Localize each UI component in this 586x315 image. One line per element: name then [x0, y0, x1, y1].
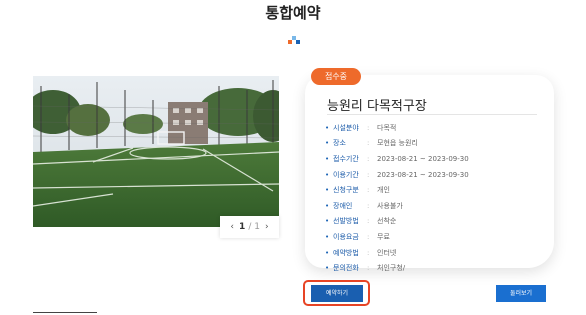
- chevron-left-icon[interactable]: ‹: [230, 222, 234, 232]
- page-title: 통합예약: [265, 4, 321, 22]
- facility-name: 능원리 다목적구장: [327, 99, 427, 114]
- pager-current: 1: [238, 222, 246, 232]
- separator: :: [367, 248, 370, 257]
- separator: :: [367, 154, 370, 163]
- info-value: 인터넷: [377, 248, 397, 257]
- bullet-icon: •: [325, 217, 330, 226]
- info-label: 장소: [333, 139, 346, 148]
- separator: :: [367, 123, 370, 132]
- bullet-icon: •: [325, 248, 330, 257]
- facility-photo: [33, 76, 279, 227]
- divider: [327, 114, 537, 115]
- info-label: 장애인: [333, 201, 353, 210]
- info-label: 선발방법: [333, 217, 359, 226]
- info-value: 무료: [377, 232, 390, 241]
- bullet-icon: •: [325, 170, 330, 179]
- info-value: 모현읍 능원리: [377, 139, 418, 148]
- info-label: 이용요금: [333, 232, 359, 241]
- info-value: 사용불가: [377, 201, 403, 210]
- find-button[interactable]: 둘러보기: [496, 285, 546, 302]
- reserve-button[interactable]: 예약하기: [311, 285, 363, 302]
- separator: :: [367, 232, 370, 241]
- info-value: 다목적: [377, 123, 397, 132]
- separator: :: [367, 170, 370, 179]
- bullet-icon: •: [325, 123, 330, 132]
- gallery-pager: ‹ 1 / 1 ›: [220, 216, 279, 238]
- info-row: • 장소: 모현읍 능원리: [325, 136, 469, 152]
- separator: :: [367, 217, 370, 226]
- info-label: 이용기간: [333, 170, 359, 179]
- info-label: 접수기간: [333, 154, 359, 163]
- pager-total: / 1: [248, 222, 261, 232]
- info-row: • 예약방법: 인터넷: [325, 245, 469, 261]
- chevron-right-icon[interactable]: ›: [265, 222, 269, 232]
- info-label: 예약방법: [333, 248, 359, 257]
- bullet-icon: •: [325, 154, 330, 163]
- info-row: • 시설분야: 다목적: [325, 120, 469, 136]
- logo-icon: [288, 36, 300, 48]
- info-value: 2023-08-21 ~ 2023-09-30: [377, 170, 469, 179]
- info-row: • 접수기간:2023-08-21 ~ 2023-09-30: [325, 151, 469, 167]
- info-label: 신청구분: [333, 186, 359, 195]
- separator: :: [367, 201, 370, 210]
- separator: :: [367, 264, 370, 273]
- pager-count: 1 / 1: [239, 222, 260, 232]
- info-row: • 선발방법: 선착순: [325, 214, 469, 230]
- divider: [33, 312, 97, 313]
- info-value: 처인구청/: [377, 264, 406, 273]
- bullet-icon: •: [325, 186, 330, 195]
- separator: :: [367, 139, 370, 148]
- info-label: 문의전화: [333, 264, 359, 273]
- facility-info-list: • 시설분야: 다목적 • 장소: 모현읍 능원리 • 접수기간:2023-08-21 ~…: [325, 120, 469, 276]
- info-row: • 이용요금: 무료: [325, 229, 469, 245]
- bullet-icon: •: [325, 232, 330, 241]
- status-badge: 접수중: [311, 68, 361, 85]
- bullet-icon: •: [325, 201, 330, 210]
- info-row: • 이용기간:2023-08-21 ~ 2023-09-30: [325, 167, 469, 183]
- separator: :: [367, 186, 370, 195]
- bullet-icon: •: [325, 139, 330, 148]
- info-value: 개인: [377, 186, 390, 195]
- info-row: • 장애인: 사용불가: [325, 198, 469, 214]
- info-value: 선착순: [377, 217, 397, 226]
- info-label: 시설분야: [333, 123, 359, 132]
- info-row: • 문의전화: 처인구청/: [325, 260, 469, 276]
- bullet-icon: •: [325, 264, 330, 273]
- info-value: 2023-08-21 ~ 2023-09-30: [377, 154, 469, 163]
- info-row: • 신청구분: 개인: [325, 182, 469, 198]
